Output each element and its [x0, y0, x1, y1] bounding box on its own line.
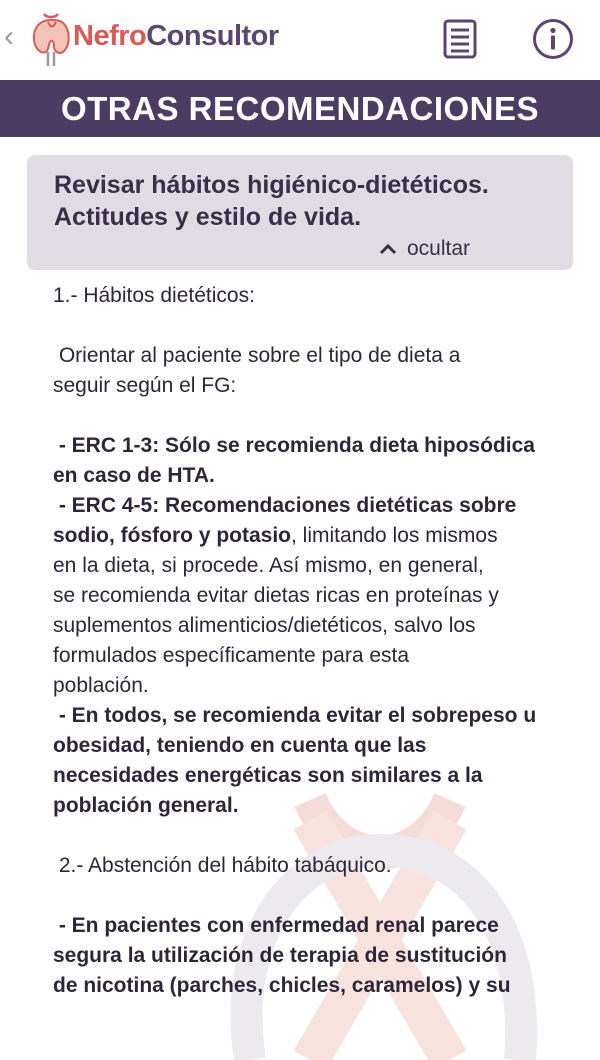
chevron-up-icon [379, 243, 397, 255]
content-line: obesidad, teniendo en cuenta que las [53, 734, 427, 757]
content-line: población. [53, 674, 149, 697]
card-title: Revisar hábitos higiénico-dietéticos. Ac… [54, 169, 554, 233]
content-line: Orientar al paciente sobre el tipo de di… [53, 344, 461, 367]
app-header: ‹ NefroConsultor [0, 0, 600, 80]
card-title-line: Revisar hábitos higiénico-dietéticos. [54, 171, 489, 199]
section-heading: 1.- Hábitos dietéticos: [53, 284, 255, 307]
bold-text: sodio, fósforo y potasio [53, 524, 292, 547]
recommendation-content: 1.- Hábitos dietéticos: Orientar al paci… [53, 281, 573, 1001]
content-line: necesidades energéticas son similares a … [53, 764, 483, 787]
content-line: - En todos, se recomienda evitar el sobr… [53, 704, 537, 727]
hide-toggle-label: ocultar [407, 237, 471, 260]
content-line: se recomienda evitar dietas ricas en pro… [53, 584, 499, 607]
content-line: en la dieta, si procede. Así mismo, en g… [53, 554, 484, 577]
content-text: , limitando los mismos [291, 524, 498, 547]
document-list-button[interactable] [437, 16, 483, 62]
content-line: de nicotina (parches, chicles, caramelos… [53, 974, 511, 997]
section-heading: 2.- Abstención del hábito tabáquico. [53, 854, 392, 877]
info-icon [533, 19, 573, 59]
content-line: - ERC 4-5: Recomendaciones dietéticas so… [53, 494, 517, 517]
info-button[interactable] [530, 16, 576, 62]
content-line: población general. [53, 794, 239, 817]
back-chevron-icon[interactable]: ‹ [4, 22, 14, 52]
content-line: - ERC 1-3: Sólo se recomienda dieta hipo… [53, 434, 535, 457]
document-list-icon [443, 19, 477, 59]
kidney-logo-icon [32, 13, 70, 66]
content-line: seguir según el FG: [53, 374, 237, 397]
recommendation-card: Revisar hábitos higiénico-dietéticos. Ac… [27, 155, 573, 270]
content-line: en caso de HTA. [53, 464, 215, 487]
card-title-line: Actitudes y estilo de vida. [54, 203, 362, 231]
hide-toggle-button[interactable]: ocultar [379, 237, 470, 261]
content-line: - En pacientes con enfermedad renal pare… [53, 914, 499, 937]
app-brand: NefroConsultor [73, 20, 279, 53]
content-line: formulados específicamente para esta [53, 644, 410, 667]
page-title: OTRAS RECOMENDACIONES [0, 80, 600, 137]
content-line: sodio, fósforo y potasio, limitando los … [53, 521, 573, 551]
brand-part-nefro: Nefro [73, 20, 147, 52]
brand-part-consultor: Consultor [146, 20, 279, 52]
content-line: suplementos alimenticios/dietéticos, sal… [53, 614, 476, 637]
content-line: segura la utilización de terapia de sust… [53, 944, 507, 967]
